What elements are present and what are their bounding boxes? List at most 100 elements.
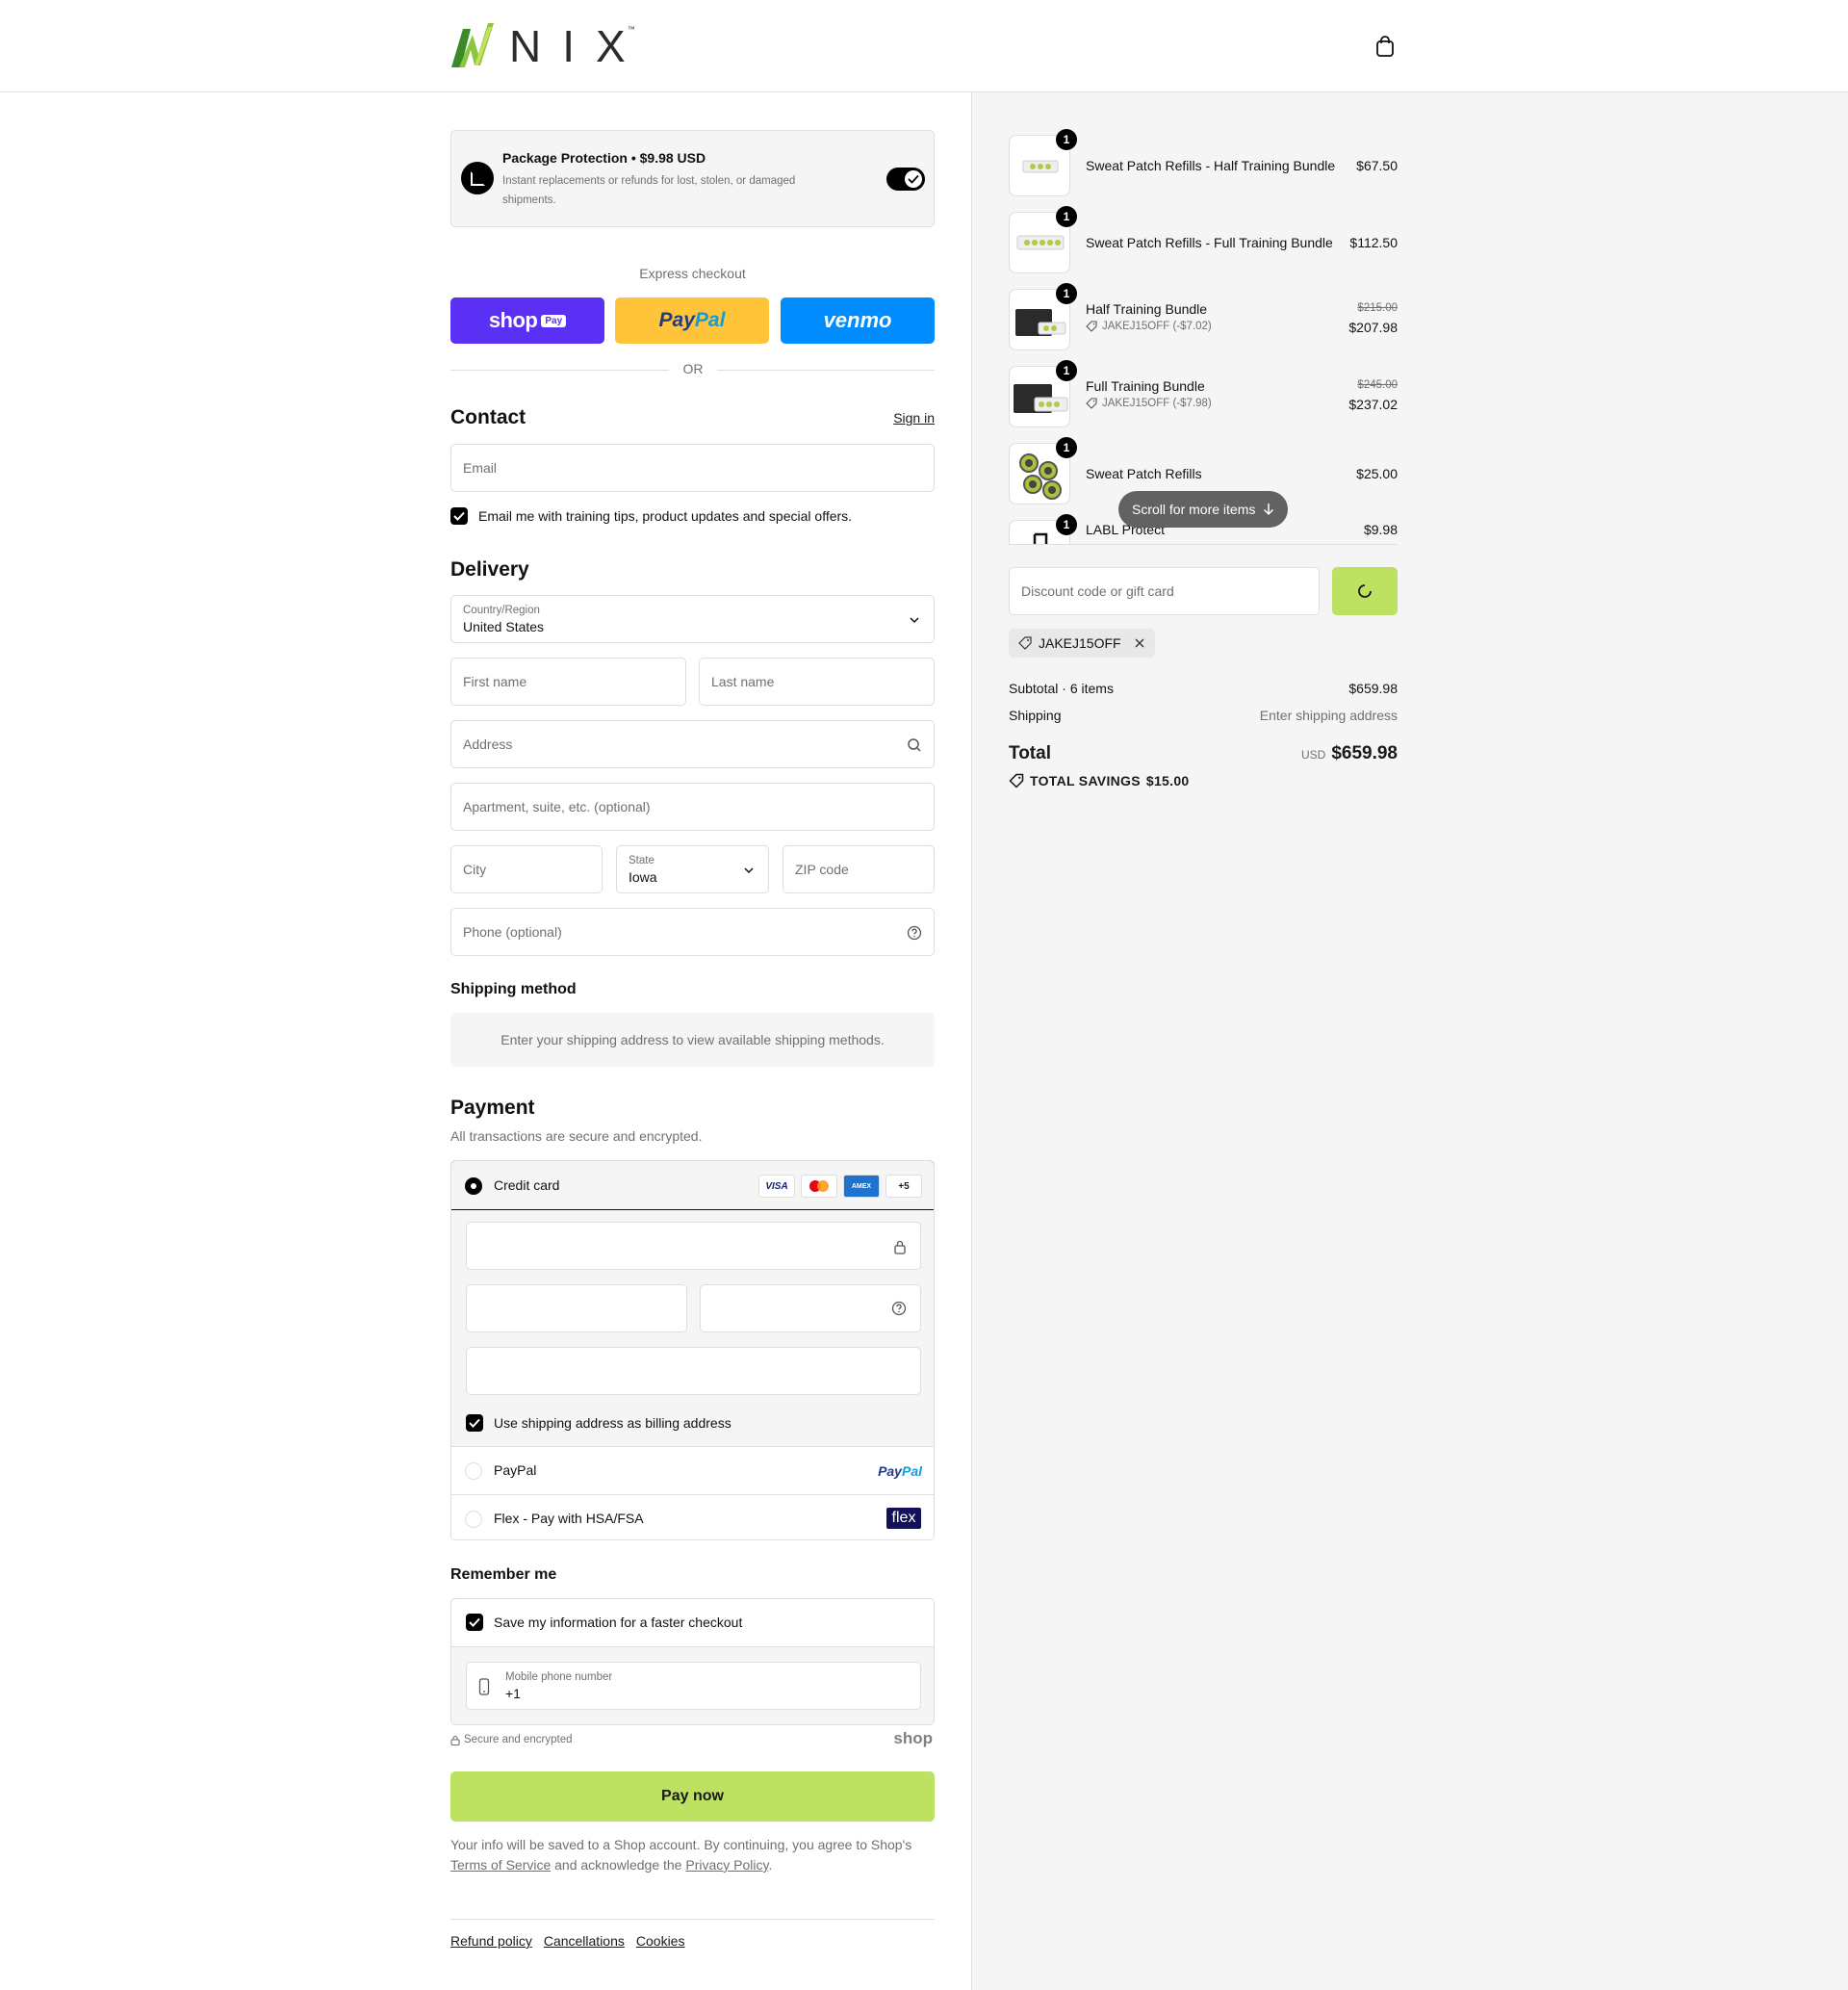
first-name-field[interactable]: First name (450, 658, 686, 706)
sign-in-link[interactable]: Sign in (893, 410, 935, 426)
tag-icon (1009, 773, 1024, 788)
shop-pay-button[interactable]: shop Pay (450, 297, 604, 344)
applied-discount-code: JAKEJ15OFF (1039, 635, 1121, 651)
check-icon (469, 1418, 480, 1428)
phone-placeholder: Phone (optional) (463, 924, 562, 940)
paypal-radio[interactable] (465, 1462, 482, 1480)
credit-card-radio[interactable] (465, 1177, 482, 1195)
venmo-wordmark: venmo (823, 308, 892, 332)
contact-heading: Contact (450, 406, 526, 428)
shipping-label: Shipping (1009, 708, 1062, 723)
close-icon[interactable] (1134, 637, 1145, 649)
brand-logo[interactable]: NIX ™ (449, 21, 654, 71)
discount-code-input[interactable]: Discount code or gift card (1009, 567, 1320, 615)
help-icon[interactable] (891, 1301, 907, 1316)
address-field[interactable]: Address (450, 720, 935, 768)
shop-pay-wordmark: shop (488, 308, 538, 332)
shopping-bag-icon[interactable] (1374, 35, 1396, 58)
email-field[interactable]: Email (450, 444, 935, 492)
shop-pay-badge: Pay (541, 314, 567, 327)
billing-same-label: Use shipping address as billing address (494, 1415, 732, 1431)
total-value-group: USD $659.98 (1301, 743, 1398, 764)
refund-policy-link[interactable]: Refund policy (450, 1933, 532, 1949)
pay-now-button[interactable]: Pay now (450, 1771, 935, 1822)
email-optin-checkbox[interactable] (450, 507, 468, 525)
cancellations-link[interactable]: Cancellations (544, 1933, 625, 1949)
item-name: Sweat Patch Refills - Half Training Bund… (1086, 158, 1336, 173)
billing-same-checkbox[interactable] (466, 1414, 483, 1432)
zip-placeholder: ZIP code (795, 862, 849, 877)
remember-me-box: Save my information for a faster checkou… (450, 1598, 935, 1725)
phone-field[interactable]: Phone (optional) (450, 908, 935, 956)
package-protection: Package Protection • $9.98 USD Instant r… (450, 130, 935, 227)
paypal-option[interactable]: PayPal PayPal (451, 1447, 934, 1495)
subtotal-row: Subtotal · 6 items $659.98 (1009, 681, 1398, 696)
secure-notice: Secure and encrypted (450, 1734, 573, 1745)
legal-text: Your info will be saved to a Shop accoun… (450, 1837, 912, 1873)
state-label: State (629, 855, 654, 866)
arrow-down-icon (1264, 504, 1274, 516)
search-icon (908, 738, 921, 752)
item-price: $67.50 (1356, 158, 1398, 173)
zip-field[interactable]: ZIP code (783, 845, 935, 893)
country-value: United States (463, 619, 545, 634)
quantity-badge: 1 (1056, 514, 1077, 535)
venmo-button[interactable]: venmo (781, 297, 935, 344)
brand-tm: ™ (627, 24, 635, 34)
mobile-phone-label: Mobile phone number (505, 1671, 613, 1683)
subtotal-label: Subtotal · 6 items (1009, 681, 1114, 696)
line-items-list[interactable]: 1 Sweat Patch Refills - Half Training Bu… (1009, 92, 1398, 545)
quantity-badge: 1 (1056, 129, 1077, 150)
protection-title: Package Protection • $9.98 USD (502, 150, 706, 166)
subtotal-value: $659.98 (1348, 681, 1398, 696)
city-field[interactable]: City (450, 845, 603, 893)
card-expiry-field[interactable] (466, 1284, 687, 1332)
card-number-field[interactable] (466, 1222, 921, 1270)
brand-name: NIX (509, 21, 647, 71)
privacy-policy-link[interactable]: Privacy Policy (685, 1857, 768, 1873)
mobile-phone-field[interactable]: Mobile phone number +1 (466, 1662, 921, 1710)
apartment-field[interactable]: Apartment, suite, etc. (optional) (450, 783, 935, 831)
protection-toggle[interactable] (886, 168, 925, 191)
item-price: $237.02 (1348, 397, 1398, 412)
address-placeholder: Address (463, 737, 513, 752)
last-name-field[interactable]: Last name (699, 658, 935, 706)
save-info-checkbox[interactable] (466, 1614, 483, 1631)
scroll-more-button[interactable]: Scroll for more items (1118, 491, 1289, 528)
line-item: 1 Half Training Bundle JAKEJ15OFF (-$7.0… (1009, 283, 1398, 350)
cookies-link[interactable]: Cookies (636, 1933, 685, 1949)
header: NIX ™ (0, 0, 1848, 92)
state-select[interactable]: State Iowa (616, 845, 769, 893)
apply-discount-button[interactable] (1332, 567, 1398, 615)
amex-icon: AMEX (843, 1175, 880, 1198)
card-cvv-field[interactable] (700, 1284, 921, 1332)
country-label: Country/Region (463, 605, 540, 616)
flex-option[interactable]: Flex - Pay with HSA/FSA flex (451, 1495, 934, 1539)
chevron-down-icon (744, 867, 754, 874)
protection-description: Instant replacements or refunds for lost… (502, 175, 796, 206)
item-discount: JAKEJ15OFF (-$7.02) (1086, 321, 1212, 332)
check-icon (469, 1617, 480, 1627)
item-price: $207.98 (1348, 320, 1398, 335)
shipping-value: Enter shipping address (1259, 708, 1398, 723)
cardholder-name-field[interactable] (466, 1347, 921, 1395)
loading-spinner-icon (1358, 584, 1372, 598)
paypal-button[interactable]: PayPal (615, 297, 769, 344)
shipping-row: Shipping Enter shipping address (1009, 708, 1398, 723)
apartment-placeholder: Apartment, suite, etc. (optional) (463, 799, 651, 814)
protection-icon (461, 162, 494, 194)
flex-radio[interactable] (465, 1511, 482, 1528)
total-label: Total (1009, 743, 1051, 763)
item-price: $9.98 (1363, 522, 1398, 537)
check-icon (908, 174, 919, 184)
applied-discount-tag: JAKEJ15OFF (1009, 629, 1155, 658)
help-icon[interactable] (907, 925, 922, 941)
express-checkout-label: Express checkout (639, 266, 746, 281)
shipping-method-info: Enter your shipping address to view avai… (450, 1013, 935, 1067)
terms-of-service-link[interactable]: Terms of Service (450, 1857, 551, 1873)
credit-card-option[interactable]: Credit card VISA AMEX +5 (451, 1161, 934, 1210)
total-currency: USD (1300, 748, 1326, 762)
scroll-more-label: Scroll for more items (1132, 502, 1256, 517)
country-select[interactable]: Country/Region United States (450, 595, 935, 643)
city-placeholder: City (463, 862, 487, 877)
